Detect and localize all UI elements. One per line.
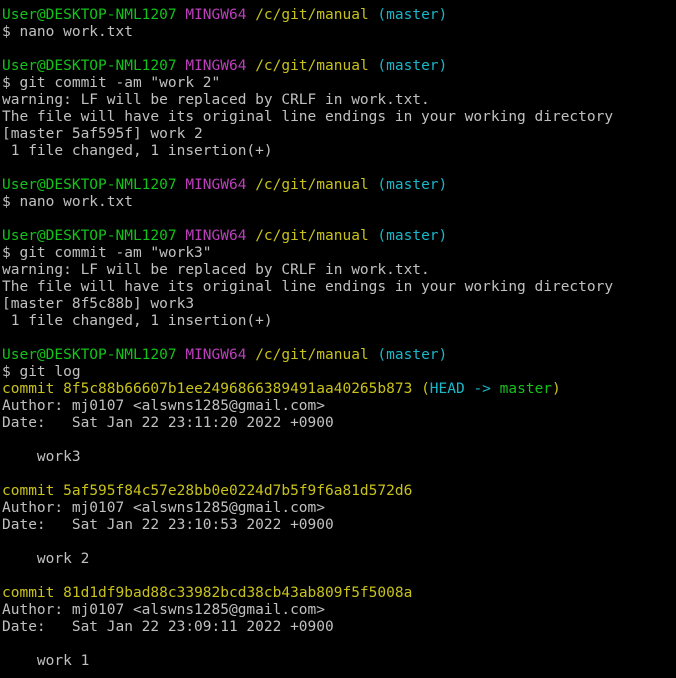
commit-line: commit 81d1df9bad88c33982bcd38cb43ab809f… <box>2 585 676 602</box>
output-line: 1 file changed, 1 insertion(+) <box>2 313 273 329</box>
commit-hash: 81d1df9bad88c33982bcd38cb43ab809f5f5008a <box>63 585 413 601</box>
output-line: [master 8f5c88b] work3 <box>2 296 195 312</box>
prompt-line: User@DESKTOP-NML1207 MINGW64 /c/git/manu… <box>2 58 676 75</box>
commit-author: Author: mj0107 <alswns1285@gmail.com> <box>2 398 326 414</box>
prompt-branch: (master) <box>377 177 448 193</box>
command-line: $ git log <box>2 364 81 380</box>
commit-date: Date: Sat Jan 22 23:09:11 2022 +0900 <box>2 619 334 635</box>
prompt-host: MINGW64 <box>185 177 247 193</box>
commit-author: Author: mj0107 <alswns1285@gmail.com> <box>2 602 326 618</box>
decoration-close: ) <box>552 381 561 397</box>
decoration-open: ( <box>421 381 430 397</box>
ref-arrow: -> <box>473 381 491 397</box>
prompt-user: User@DESKTOP-NML1207 <box>2 177 177 193</box>
output-line: [master 5af595f] work 2 <box>2 126 203 142</box>
commit-label: commit <box>2 585 55 601</box>
command-line: $ nano work.txt <box>2 24 133 40</box>
commit-date: Date: Sat Jan 22 23:11:20 2022 +0900 <box>2 415 334 431</box>
commit-message: work 1 <box>2 653 90 669</box>
prompt-branch: (master) <box>377 7 448 23</box>
prompt-host: MINGW64 <box>185 7 247 23</box>
prompt-path: /c/git/manual <box>255 58 369 74</box>
prompt-user: User@DESKTOP-NML1207 <box>2 58 177 74</box>
prompt-path: /c/git/manual <box>255 177 369 193</box>
prompt-user: User@DESKTOP-NML1207 <box>2 347 177 363</box>
prompt-line: User@DESKTOP-NML1207 MINGW64 /c/git/manu… <box>2 347 676 364</box>
command-line: $ git commit -am "work 2" <box>2 75 221 91</box>
commit-line: commit 5af595f84c57e28bb0e0224d7b5f9f6a8… <box>2 483 676 500</box>
commit-message: work 2 <box>2 551 90 567</box>
prompt-path: /c/git/manual <box>255 228 369 244</box>
prompt-line: User@DESKTOP-NML1207 MINGW64 /c/git/manu… <box>2 228 676 245</box>
prompt-user: User@DESKTOP-NML1207 <box>2 228 177 244</box>
commit-hash: 5af595f84c57e28bb0e0224d7b5f9f6a81d572d6 <box>63 483 413 499</box>
output-line: The file will have its original line end… <box>2 109 614 125</box>
ref-head: HEAD <box>429 381 465 397</box>
prompt-path: /c/git/manual <box>255 347 369 363</box>
prompt-line: User@DESKTOP-NML1207 MINGW64 /c/git/manu… <box>2 7 676 24</box>
output-line: warning: LF will be replaced by CRLF in … <box>2 262 430 278</box>
output-line: The file will have its original line end… <box>2 279 614 295</box>
prompt-host: MINGW64 <box>185 347 247 363</box>
commit-label: commit <box>2 483 55 499</box>
ref-branch: master <box>499 381 553 397</box>
terminal-window[interactable]: User@DESKTOP-NML1207 MINGW64 /c/git/manu… <box>0 0 676 678</box>
prompt-path: /c/git/manual <box>255 7 369 23</box>
prompt-line: User@DESKTOP-NML1207 MINGW64 /c/git/manu… <box>2 177 676 194</box>
prompt-user: User@DESKTOP-NML1207 <box>2 7 177 23</box>
commit-line: commit 8f5c88b66607b1ee2496866389491aa40… <box>2 381 676 398</box>
prompt-branch: (master) <box>377 347 448 363</box>
prompt-host: MINGW64 <box>185 228 247 244</box>
output-line: warning: LF will be replaced by CRLF in … <box>2 92 430 108</box>
commit-message: work3 <box>2 449 81 465</box>
prompt-branch: (master) <box>377 228 448 244</box>
commit-hash: 8f5c88b66607b1ee2496866389491aa40265b873 <box>63 381 413 397</box>
commit-label: commit <box>2 381 55 397</box>
output-line: 1 file changed, 1 insertion(+) <box>2 143 273 159</box>
commit-date: Date: Sat Jan 22 23:10:53 2022 +0900 <box>2 517 334 533</box>
commit-author: Author: mj0107 <alswns1285@gmail.com> <box>2 500 326 516</box>
prompt-branch: (master) <box>377 58 448 74</box>
command-line: $ git commit -am "work3" <box>2 245 212 261</box>
command-line: $ nano work.txt <box>2 194 133 210</box>
prompt-host: MINGW64 <box>185 58 247 74</box>
